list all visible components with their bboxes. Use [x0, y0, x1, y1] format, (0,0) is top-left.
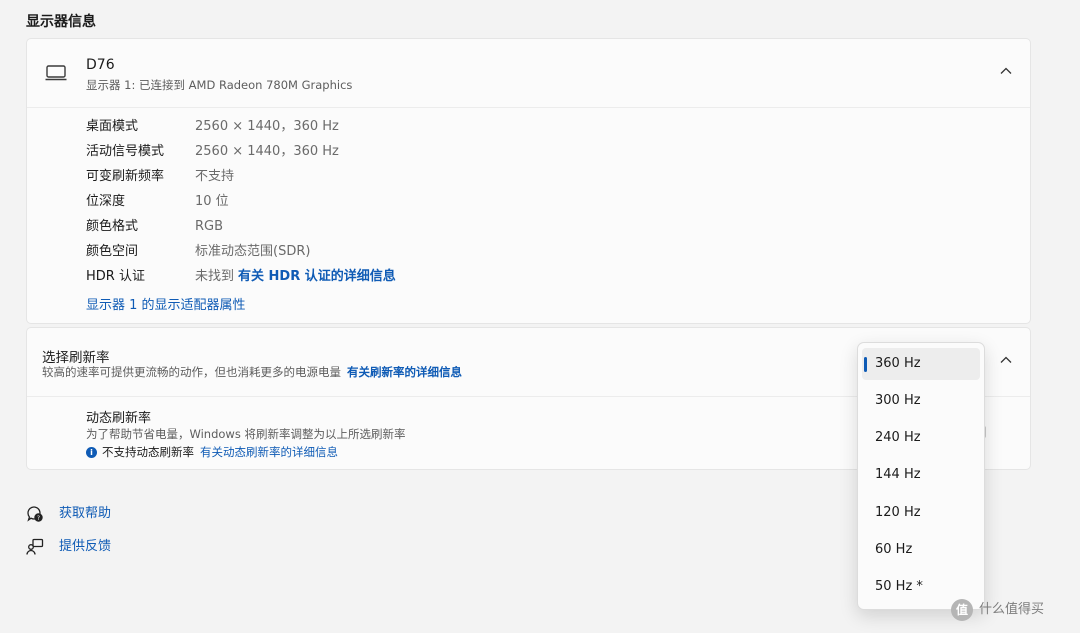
get-help-link[interactable]: ? 获取帮助 [26, 503, 146, 525]
dynamic-refresh-note: i 不支持动态刷新率 有关动态刷新率的详细信息 [86, 444, 338, 460]
help-icon: ? [27, 506, 43, 522]
info-value: 不支持 [195, 169, 235, 184]
feedback-link[interactable]: 提供反馈 [26, 536, 146, 558]
dynamic-refresh-title: 动态刷新率 [86, 411, 152, 426]
feedback-label: 提供反馈 [59, 539, 112, 554]
info-label: 桌面模式 [86, 119, 139, 134]
info-value: 2560 × 1440，360 Hz [195, 144, 339, 159]
display-name: D76 [86, 57, 115, 73]
watermark-logo-icon: 值 [951, 599, 973, 621]
info-value: 标准动态范围(SDR) [195, 244, 311, 259]
dynamic-refresh-details-link[interactable]: 有关动态刷新率的详细信息 [200, 445, 338, 459]
display-subtitle: 显示器 1: 已连接到 AMD Radeon 780M Graphics [86, 78, 353, 92]
hdr-status: 未找到 [195, 269, 235, 284]
get-help-label: 获取帮助 [59, 506, 112, 521]
refresh-rate-subtitle: 较高的速率可提供更流畅的动作，但也消耗更多的电源电量 有关刷新率的详细信息 [42, 364, 462, 380]
dropdown-option-120hz[interactable]: 120 Hz [862, 497, 980, 529]
display-card-header[interactable]: D76 显示器 1: 已连接到 AMD Radeon 780M Graphics [27, 39, 1030, 108]
page-title: 显示器信息 [26, 14, 96, 30]
info-label: 位深度 [86, 194, 126, 209]
dynamic-refresh-unsupported: 不支持动态刷新率 [102, 445, 194, 459]
hdr-details-link[interactable]: 有关 HDR 认证的详细信息 [238, 269, 396, 284]
dropdown-option-60hz[interactable]: 60 Hz [862, 534, 980, 566]
dropdown-option-360hz[interactable]: 360 Hz [862, 348, 980, 380]
watermark-text: 什么值得买 [979, 602, 1045, 617]
chevron-up-icon[interactable] [998, 63, 1014, 79]
feedback-icon [26, 538, 44, 555]
info-label: 颜色空间 [86, 244, 139, 259]
info-label: 可变刷新频率 [86, 169, 165, 184]
dropdown-option-240hz[interactable]: 240 Hz [862, 422, 980, 454]
adapter-properties-link[interactable]: 显示器 1 的显示适配器属性 [86, 294, 246, 313]
refresh-rate-description: 较高的速率可提供更流畅的动作，但也消耗更多的电源电量 [42, 365, 341, 379]
info-value: 10 位 [195, 194, 229, 209]
display-info-card: D76 显示器 1: 已连接到 AMD Radeon 780M Graphics… [26, 38, 1031, 324]
monitor-icon [45, 65, 67, 81]
info-label: HDR 认证 [86, 269, 145, 284]
info-value: 2560 × 1440，360 Hz [195, 119, 339, 134]
info-value: RGB [195, 219, 224, 234]
info-label: 活动信号模式 [86, 144, 165, 159]
dropdown-option-300hz[interactable]: 300 Hz [862, 385, 980, 417]
refresh-rate-dropdown[interactable]: 360 Hz 300 Hz 240 Hz 144 Hz 120 Hz 60 Hz… [857, 342, 985, 610]
info-label: 颜色格式 [86, 219, 139, 234]
refresh-rate-title: 选择刷新率 [42, 350, 110, 366]
dynamic-refresh-subtitle: 为了帮助节省电量，Windows 将刷新率调整为以上所选刷新率 [86, 427, 406, 441]
svg-text:?: ? [37, 515, 40, 522]
dropdown-option-144hz[interactable]: 144 Hz [862, 459, 980, 491]
chevron-up-icon[interactable] [998, 352, 1014, 368]
info-icon: i [86, 447, 97, 458]
refresh-rate-details-link[interactable]: 有关刷新率的详细信息 [347, 365, 462, 379]
info-value: 未找到 有关 HDR 认证的详细信息 [195, 266, 396, 288]
